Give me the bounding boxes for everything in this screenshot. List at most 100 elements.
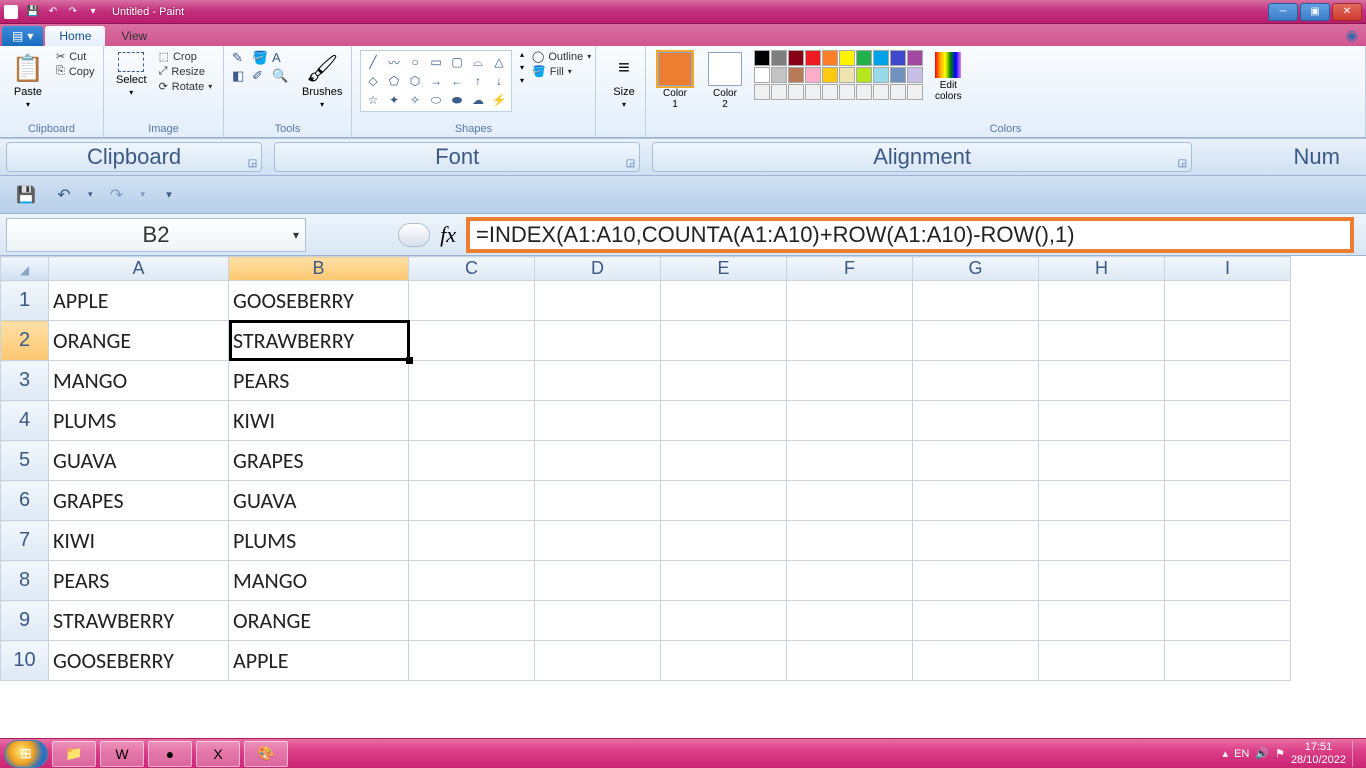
cell[interactable] [1165,361,1291,401]
color-swatch[interactable] [771,50,787,66]
cell[interactable] [409,481,535,521]
crop-button[interactable]: ⬚Crop [159,50,213,63]
row-header[interactable]: 4 [1,401,49,441]
tray-chevron-icon[interactable]: ▴ [1223,747,1229,760]
cut-button[interactable]: ✂Cut [56,50,95,63]
tab-view[interactable]: View [107,26,161,46]
cell[interactable] [787,641,913,681]
cell[interactable]: MANGO [229,561,409,601]
cell[interactable]: ORANGE [229,601,409,641]
fx-label[interactable]: fx [440,222,456,248]
excel-group-font[interactable]: Font◲ [274,142,640,172]
cell[interactable] [409,401,535,441]
color-swatch[interactable] [754,50,770,66]
paste-button[interactable]: 📋 Paste ▾ [8,50,48,111]
task-word[interactable]: W [100,741,144,767]
cell[interactable] [787,521,913,561]
fx-pill[interactable] [398,223,430,247]
cell[interactable]: STRAWBERRY [229,321,409,361]
cell[interactable] [1165,281,1291,321]
color-swatch[interactable] [856,67,872,83]
help-icon[interactable]: ◉ [1346,27,1358,46]
color-swatch[interactable] [754,67,770,83]
col-header-E[interactable]: E [661,257,787,281]
dialog-launcher-icon[interactable]: ◲ [1178,158,1187,169]
cell[interactable]: PLUMS [49,401,229,441]
cell[interactable] [535,561,661,601]
cell[interactable]: GRAPES [229,441,409,481]
row-header[interactable]: 8 [1,561,49,601]
cell[interactable]: KIWI [49,521,229,561]
chevron-down-icon[interactable]: ▾ [293,228,299,242]
language-indicator[interactable]: EN [1234,748,1249,760]
color-swatch[interactable] [907,84,923,100]
excel-group-clipboard[interactable]: Clipboard◲ [6,142,262,172]
select-button[interactable]: Select▾ [112,50,151,99]
row-header[interactable]: 7 [1,521,49,561]
color-swatch[interactable] [873,67,889,83]
cell[interactable] [787,281,913,321]
shapes-gallery[interactable]: ╱〰○▭▢⌓△ ◇⬠⬡→←↑↓ ☆✦✧⬭⬬☁⚡ [360,50,512,112]
color-swatch[interactable] [907,67,923,83]
cell[interactable] [661,601,787,641]
row-header[interactable]: 3 [1,361,49,401]
formula-input[interactable]: =INDEX(A1:A10,COUNTA(A1:A10)+ROW(A1:A10)… [466,217,1354,253]
cell[interactable] [535,481,661,521]
cell[interactable] [1039,601,1165,641]
color-swatch[interactable] [856,84,872,100]
fill-button[interactable]: 🪣Fill▾ [532,65,591,78]
cell[interactable]: ORANGE [49,321,229,361]
task-browser[interactable]: ● [148,741,192,767]
dialog-launcher-icon[interactable]: ◲ [248,158,257,169]
brushes-button[interactable]: 🖌 Brushes▾ [298,50,346,111]
close-button[interactable]: ✕ [1332,3,1362,21]
cell[interactable] [535,601,661,641]
cell[interactable] [913,641,1039,681]
cell[interactable] [661,481,787,521]
text-icon[interactable]: A [272,50,290,66]
cell[interactable] [661,361,787,401]
tray-flag-icon[interactable]: ⚑ [1275,747,1285,760]
row-header[interactable]: 6 [1,481,49,521]
cell[interactable] [1039,321,1165,361]
cell[interactable]: GOOSEBERRY [229,281,409,321]
cell[interactable] [913,481,1039,521]
copy-button[interactable]: ⎘Copy [56,65,95,78]
col-header-A[interactable]: A [49,257,229,281]
cell[interactable] [1039,561,1165,601]
cell[interactable] [1039,521,1165,561]
color1-button[interactable]: Color 1 [654,50,696,112]
excel-group-alignment[interactable]: Alignment◲ [652,142,1192,172]
cell[interactable] [913,521,1039,561]
col-header-F[interactable]: F [787,257,913,281]
cell[interactable]: GUAVA [229,481,409,521]
qat-customize-icon[interactable]: ▾ [155,181,183,209]
qat-undo-icon[interactable]: ↶ [44,3,62,21]
cell[interactable] [535,401,661,441]
cell[interactable] [661,561,787,601]
color-swatch[interactable] [822,84,838,100]
color-swatch[interactable] [890,50,906,66]
color-swatch[interactable] [856,50,872,66]
col-header-C[interactable]: C [409,257,535,281]
cell[interactable]: KIWI [229,401,409,441]
cell[interactable] [1165,561,1291,601]
cell[interactable] [409,361,535,401]
cell[interactable]: APPLE [49,281,229,321]
row-header[interactable]: 9 [1,601,49,641]
col-header-G[interactable]: G [913,257,1039,281]
cell[interactable] [661,521,787,561]
cell[interactable] [1165,521,1291,561]
task-excel[interactable]: X [196,741,240,767]
color-swatch[interactable] [788,67,804,83]
color-swatch[interactable] [839,67,855,83]
cell[interactable] [1039,641,1165,681]
redo-icon[interactable]: ↷ [103,181,131,209]
color-swatch[interactable] [890,84,906,100]
zoom-icon[interactable]: 🔍 [272,68,290,84]
color-swatch[interactable] [907,50,923,66]
cell[interactable] [913,321,1039,361]
cell[interactable] [913,441,1039,481]
cell[interactable]: PEARS [49,561,229,601]
cell[interactable] [535,521,661,561]
